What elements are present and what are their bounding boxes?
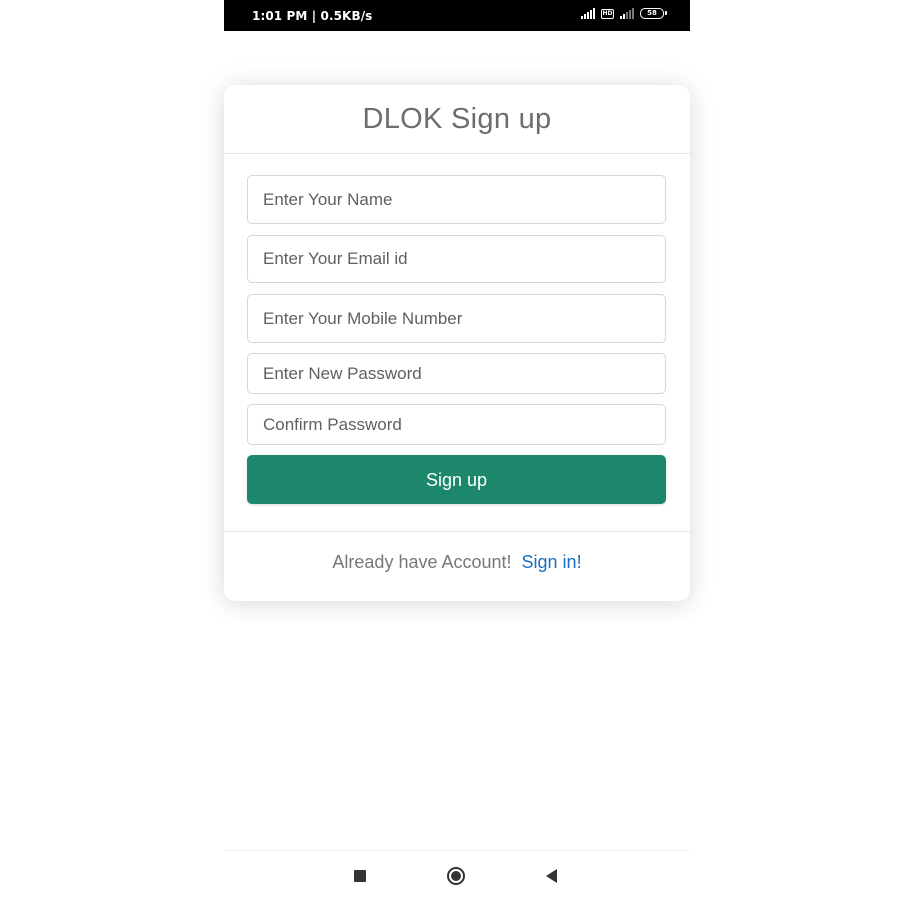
wifi-signal-icon bbox=[620, 8, 634, 19]
footer-divider bbox=[224, 531, 690, 532]
home-icon bbox=[447, 867, 465, 885]
name-input[interactable] bbox=[247, 175, 666, 224]
navigation-bar bbox=[224, 851, 690, 900]
signup-card: DLOK Sign up Sign up Already have Accoun… bbox=[224, 85, 690, 601]
signin-prompt: Already have Account! Sign in! bbox=[224, 552, 690, 573]
phone-screen: 1:01 PM | 0.5KB/s HD 58 DLOK Sign up Sig… bbox=[224, 0, 690, 900]
status-time-speed: 1:01 PM | 0.5KB/s bbox=[252, 9, 373, 23]
recent-apps-icon bbox=[354, 870, 366, 882]
confirm-password-input[interactable] bbox=[247, 404, 666, 445]
sign-in-link[interactable]: Sign in! bbox=[522, 552, 582, 572]
signin-prompt-text: Already have Account! bbox=[332, 552, 512, 572]
status-bar: 1:01 PM | 0.5KB/s HD 58 bbox=[224, 0, 690, 31]
hd-icon: HD bbox=[601, 8, 614, 19]
email-input[interactable] bbox=[247, 235, 666, 283]
signal-icon bbox=[581, 8, 595, 19]
status-icons: HD 58 bbox=[581, 8, 667, 19]
new-password-input[interactable] bbox=[247, 353, 666, 394]
sign-up-button[interactable]: Sign up bbox=[247, 455, 666, 504]
home-button[interactable] bbox=[445, 865, 467, 887]
mobile-number-input[interactable] bbox=[247, 294, 666, 343]
battery-icon: 58 bbox=[640, 8, 667, 19]
recent-apps-button[interactable] bbox=[349, 865, 371, 887]
page-title: DLOK Sign up bbox=[362, 103, 552, 135]
header-divider bbox=[224, 153, 690, 154]
back-button[interactable] bbox=[540, 865, 562, 887]
back-icon bbox=[545, 869, 557, 883]
